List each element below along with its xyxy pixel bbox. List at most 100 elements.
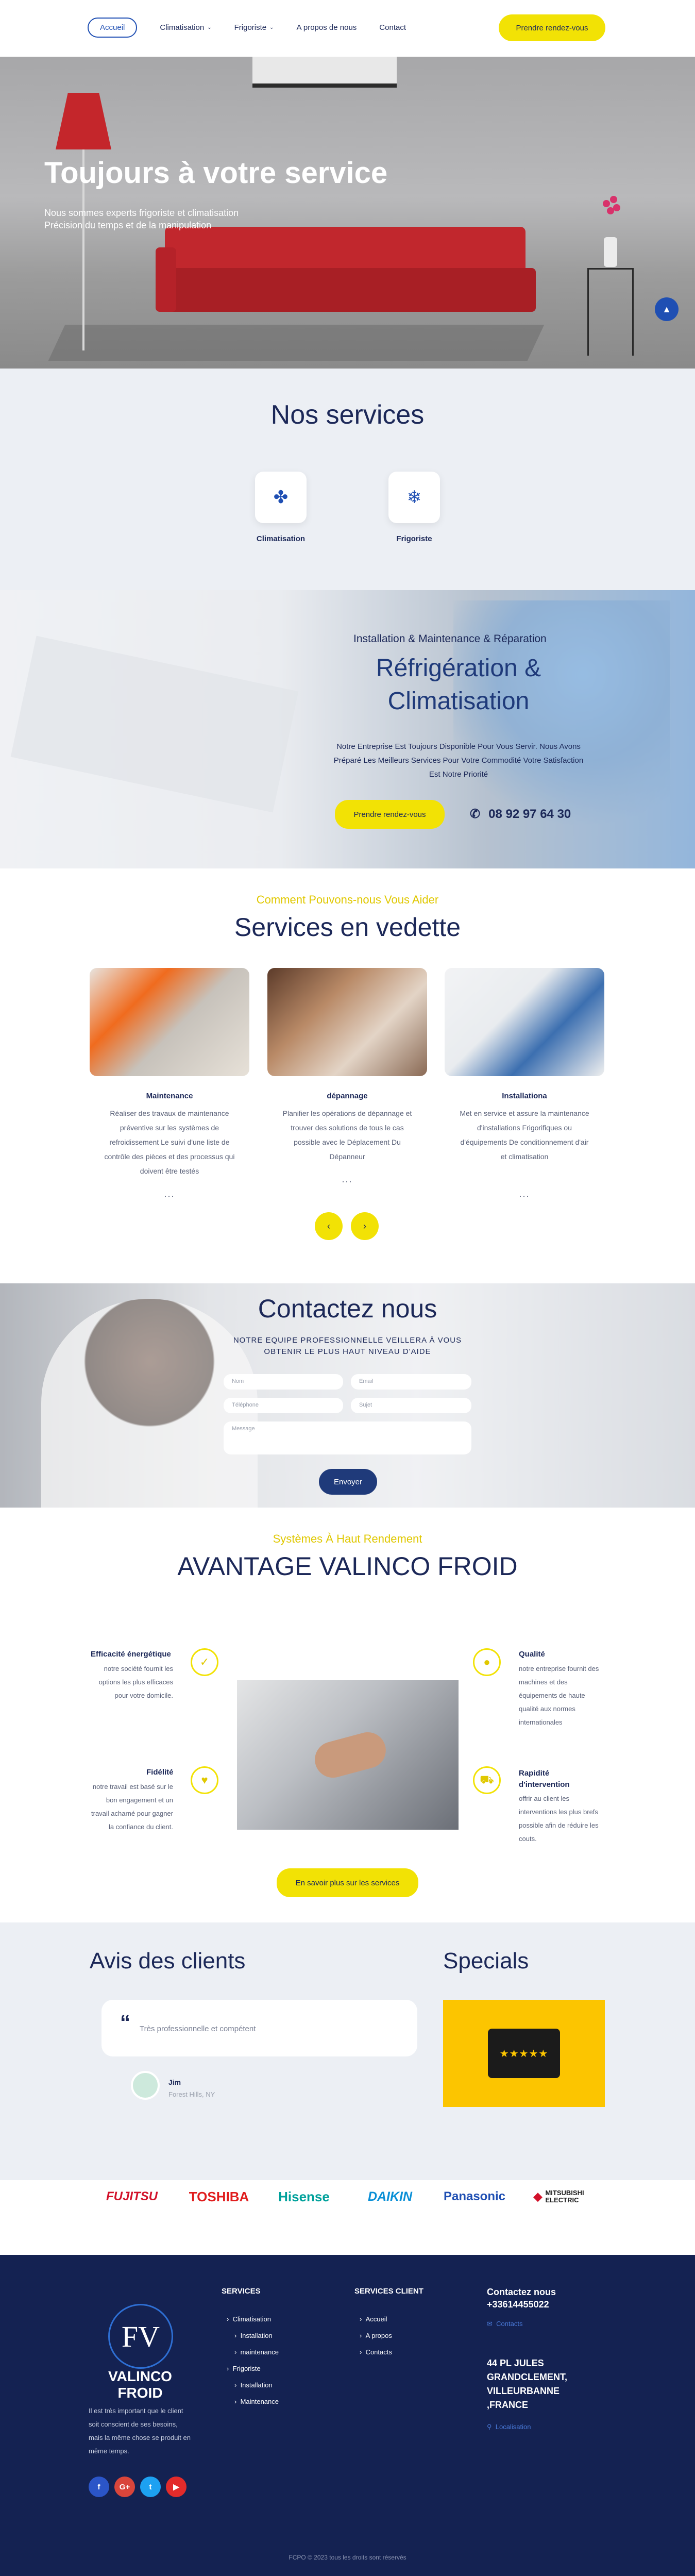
brand-daikin: DAIKIN [367,2189,413,2204]
phone-link[interactable]: ✆ 08 92 97 64 30 [470,807,571,822]
brands-strip: FUJITSU TOSHIBA Hisense DAIKIN Panasonic… [0,2180,695,2255]
brand-hisense: Hisense [278,2188,330,2204]
footer-link-maintenance-2[interactable]: › Maintenance [234,2398,279,2405]
footer-link-label: A propos [365,2332,392,2339]
nav-contact-label: Contact [379,23,406,32]
scroll-up-button[interactable]: ▲ [655,297,679,321]
service-card-frigoriste[interactable]: ❄ [388,472,440,523]
advantage-title-efficacite: Efficacité énergétique [91,1650,171,1659]
send-button[interactable]: Envoyer [319,1469,377,1495]
advantage-title-qualite: Qualité [519,1650,545,1659]
refrig-kicker: Installation & Maintenance & Réparation [353,633,547,645]
footer-address: 44 PL JULES GRANDCLEMENT, VILLEURBANNE ,… [487,2358,567,2410]
review-card: “ Très professionnelle et compétent [101,2000,417,2056]
flower-petal [613,204,620,211]
nav-frigoriste[interactable]: Frigoriste ⌄ [234,23,274,32]
nav-frigoriste-label: Frigoriste [234,23,267,32]
brand-mitsubishi: ◆ MITSUBISHI ELECTRIC [521,2180,604,2213]
rug-illustration [48,325,545,361]
more-services-button[interactable]: En savoir plus sur les services [277,1868,418,1897]
featured-card-more: ... [519,1189,530,1199]
footer-link-contacts[interactable]: › Contacts [360,2348,392,2356]
flower-vase-illustration [602,196,620,268]
carousel-prev-button[interactable]: ‹ [315,1212,343,1240]
footer-contacts-link[interactable]: ✉ Contacts [487,2320,522,2328]
footer-contacts-link-label: Contacts [496,2320,523,2328]
arrow-up-icon: ▲ [662,304,671,314]
advantage-text-rapidite: offrir au client les interventions les p… [519,1795,599,1843]
nav-a-propos[interactable]: A propos de nous [297,23,357,32]
featured-card-title: dépannage [327,1092,368,1100]
footer-phone[interactable]: +33614455022 [487,2299,549,2310]
featured-card-text: Planifier les opérations de dépannage et… [282,1109,412,1161]
footer-link-label: maintenance [240,2348,279,2356]
footer-link-installation-2[interactable]: › Installation [234,2381,273,2389]
footer-location-link[interactable]: ⚲ Localisation [487,2423,531,2431]
nav-climatisation[interactable]: Climatisation ⌄ [160,23,211,32]
hero-banner: Toujours à votre service Nous sommes exp… [0,57,695,369]
reviewer-location: Forest Hills, NY [168,2090,215,2098]
specials-image[interactable]: ★★★★★ [443,2000,605,2107]
chevron-down-icon: ⌄ [269,25,274,30]
reviews-title: Avis des clients [90,1948,246,1973]
nav-a-propos-label: A propos de nous [296,23,357,32]
email-field[interactable]: Email [351,1374,471,1390]
featured-card-maintenance[interactable]: Maintenance Réaliser des travaux de main… [90,968,249,1199]
service-card-climatisation[interactable]: ✤ [255,472,307,523]
contact-title: Contactez nous [258,1294,437,1323]
name-field[interactable]: Nom [224,1374,343,1390]
footer-contact-title: Contactez nous [487,2287,556,2297]
message-field[interactable]: Message [224,1421,471,1454]
header-appointment-button[interactable]: Prendre rendez-vous [499,14,605,41]
company-name: VALINCO FROID [108,2368,172,2401]
footer-link-maintenance[interactable]: › maintenance [234,2348,279,2356]
footer-link-accueil[interactable]: › Accueil [360,2315,387,2323]
footer-link-climatisation[interactable]: › Climatisation [227,2315,271,2323]
subject-field[interactable]: Sujet [351,1398,471,1413]
depannage-photo [267,968,427,1076]
nav-accueil-label: Accueil [100,23,125,32]
twitter-icon[interactable]: t [140,2477,161,2497]
nav-contact[interactable]: Contact [379,23,406,32]
main-nav: Accueil Climatisation ⌄ Frigoriste ⌄ A pro… [88,18,429,38]
air-conditioner-illustration [252,57,397,88]
featured-card-depannage[interactable]: dépannage Planifier les opérations de dé… [267,968,427,1184]
company-logo[interactable]: FV [108,2304,173,2369]
brand-mitsubishi-label: MITSUBISHI ELECTRIC [545,2189,584,2204]
advantage-text-efficacite: notre société fournit les options les pl… [98,1665,173,1699]
hero-line-1: Nous sommes experts frigoriste et climat… [44,208,239,218]
footer-link-frigoriste[interactable]: › Frigoriste [227,2365,261,2372]
reviews-section: Avis des clients “ Très professionnelle … [0,1922,695,2180]
featured-card-more: ... [164,1189,175,1199]
hero-line-2: Précision du temps et de la manipulation [44,220,212,230]
phone-field[interactable]: Téléphone [224,1398,343,1413]
vase [604,237,617,267]
footer-link-a-propos[interactable]: › A propos [360,2332,392,2339]
chevron-down-icon: ⌄ [207,25,212,30]
facebook-icon[interactable]: f [89,2477,109,2497]
google-plus-icon[interactable]: G+ [114,2477,135,2497]
featured-card-installation[interactable]: Installationa Met en service et assure l… [445,968,604,1199]
installation-photo [445,968,604,1076]
footer-link-label: Installation [240,2381,273,2389]
service-label-frigoriste: Frigoriste [396,534,432,543]
maintenance-photo [90,968,249,1076]
refrig-appointment-button[interactable]: Prendre rendez-vous [335,800,445,829]
carousel-next-button[interactable]: › [351,1212,379,1240]
contact-section: Contactez nous NOTRE EQUIPE PROFESSIONNE… [0,1283,695,1508]
flower-petal [610,196,617,203]
truck-icon: ⛟ [473,1766,501,1794]
footer-link-label: Climatisation [232,2315,271,2323]
chevron-left-icon: ‹ [327,1220,330,1231]
featured-card-title: Maintenance [146,1092,193,1100]
quote-icon: “ [120,2011,130,2034]
nav-accueil[interactable]: Accueil [88,18,138,38]
footer-link-label: Frigoriste [232,2365,261,2372]
footer-link-installation[interactable]: › Installation [234,2332,273,2339]
advantage-text-fidelite: notre travail est basé sur le bon engage… [91,1783,173,1831]
youtube-icon[interactable]: ▶ [166,2477,187,2497]
refrigeration-banner: Installation & Maintenance & Réparation … [0,590,695,868]
site-header: Accueil Climatisation ⌄ Frigoriste ⌄ A pro… [0,0,695,57]
mitsubishi-logo-icon: ◆ [533,2190,543,2203]
chevron-right-icon: › [363,1220,366,1231]
